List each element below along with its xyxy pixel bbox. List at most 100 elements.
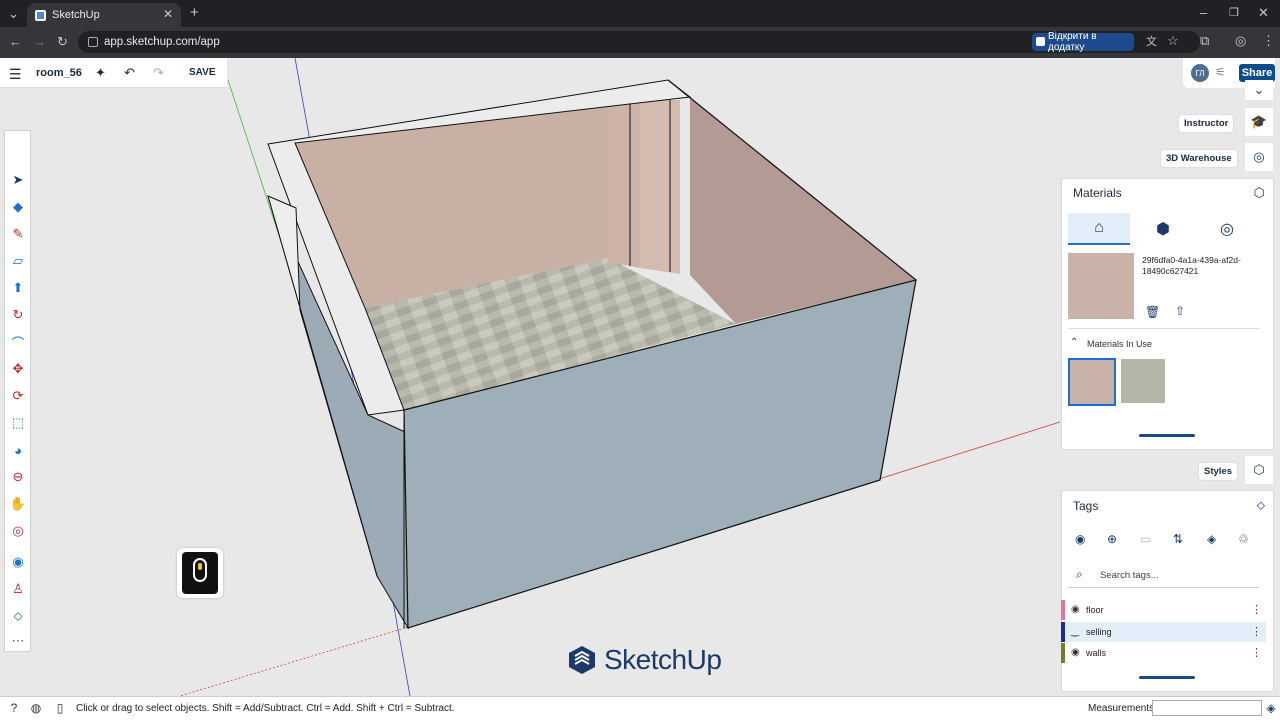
export-icon[interactable]: ⇧: [1175, 304, 1185, 318]
redo-icon[interactable]: ↷: [153, 65, 164, 81]
tab-library[interactable]: ⬢: [1132, 213, 1194, 245]
orbit-tool-icon[interactable]: ⊖: [9, 468, 27, 486]
instructor-pill[interactable]: Instructor: [1179, 115, 1234, 132]
avatar[interactable]: ГЛ: [1191, 64, 1209, 82]
rotate-tool-icon[interactable]: ⟳: [9, 387, 27, 405]
eye-hidden-icon[interactable]: ‿: [1071, 626, 1079, 637]
forward-icon[interactable]: →: [33, 35, 46, 49]
tag-color-swatch[interactable]: [1061, 600, 1065, 620]
eraser-tool-icon[interactable]: ◆: [9, 198, 27, 216]
close-tab-icon[interactable]: ✕: [163, 7, 173, 21]
warehouse-icon[interactable]: ◎: [1245, 143, 1273, 171]
pan-tool-icon[interactable]: ✋: [9, 495, 27, 513]
offset-tool-icon[interactable]: ↻: [9, 306, 27, 324]
more-tools-icon[interactable]: ⋯: [9, 632, 27, 650]
instructor-icon[interactable]: 🎓: [1245, 108, 1273, 136]
minimize-icon[interactable]: –: [1200, 6, 1207, 20]
add-folder-icon[interactable]: ▭: [1140, 532, 1151, 546]
material-swatch-floor[interactable]: [1121, 359, 1165, 403]
mouse-navigation-icon[interactable]: [177, 548, 223, 598]
sketchup-favicon-icon: [35, 9, 46, 21]
more-options-icon[interactable]: ⋮: [1251, 625, 1262, 638]
pencil-tool-icon[interactable]: ✎: [9, 225, 27, 243]
help-icon[interactable]: ?: [6, 700, 22, 716]
tag-search-placeholder: Search tags...: [1100, 570, 1159, 581]
tab-warehouse[interactable]: ◎: [1196, 213, 1258, 245]
measurements-input[interactable]: [1152, 700, 1262, 716]
color-by-tag-icon[interactable]: ◈: [1207, 532, 1216, 546]
look-around-tool-icon[interactable]: ◉: [9, 553, 27, 571]
visibility-icon[interactable]: ◉: [1075, 532, 1085, 546]
tag-name: walls: [1086, 648, 1107, 658]
tag-color-swatch[interactable]: [1061, 622, 1065, 642]
browser-menu-icon[interactable]: ⋮: [1262, 34, 1275, 48]
back-icon[interactable]: ←: [9, 35, 22, 49]
sketchup-logo-icon: ◈: [1266, 701, 1276, 715]
ai-sparkle-icon[interactable]: ✦: [95, 65, 106, 81]
broadcast-icon[interactable]: ⚟: [1215, 65, 1226, 79]
site-info-icon[interactable]: [88, 37, 98, 47]
tag-name: selling: [1086, 627, 1112, 637]
add-tag-icon[interactable]: ⊕: [1107, 532, 1117, 546]
paint-bucket-tool-icon[interactable]: ◕: [9, 441, 27, 459]
extensions-icon[interactable]: ⧉: [1200, 34, 1209, 48]
tab-title: SketchUp: [52, 9, 100, 21]
profile-icon[interactable]: ◎: [1235, 34, 1246, 48]
tags-edit-icon[interactable]: ⬦: [1257, 498, 1265, 513]
new-tab-icon[interactable]: +: [190, 5, 199, 20]
scale-tool-icon[interactable]: ⬚: [9, 414, 27, 432]
more-options-icon[interactable]: ⋮: [1251, 603, 1262, 616]
eye-icon[interactable]: ◉: [1071, 647, 1080, 658]
undo-icon[interactable]: ↶: [124, 65, 135, 81]
tag-row-selling[interactable]: ‿ selling ⋮: [1061, 622, 1266, 642]
collapsed-panel-icon[interactable]: ⌄: [1245, 80, 1273, 100]
open-in-app-button[interactable]: Відкрити в додатку: [1032, 31, 1134, 53]
styles-pill[interactable]: Styles: [1199, 463, 1237, 480]
save-button[interactable]: SAVE: [189, 67, 216, 78]
tags-title: Tags: [1073, 499, 1099, 513]
tags-scrollbar[interactable]: [1139, 676, 1195, 679]
eye-icon[interactable]: ◉: [1071, 604, 1080, 615]
tag-row-floor[interactable]: ◉ floor ⋮: [1061, 600, 1266, 620]
selected-material-swatch[interactable]: [1068, 253, 1134, 319]
rectangle-tool-icon[interactable]: ▱: [9, 252, 27, 270]
sort-icon[interactable]: ⇅: [1173, 532, 1183, 546]
pillar: [608, 90, 640, 268]
mouse-icon[interactable]: ▯: [52, 700, 68, 716]
move-tool-icon[interactable]: ✥: [9, 360, 27, 378]
file-name[interactable]: room_56: [36, 67, 82, 79]
restore-icon[interactable]: ❐: [1229, 6, 1239, 20]
materials-scrollbar[interactable]: [1139, 434, 1195, 437]
tab-in-model[interactable]: ⌂: [1068, 213, 1130, 245]
tape-measure-tool-icon[interactable]: ⬦: [9, 607, 27, 625]
materials-cube-icon[interactable]: ⬡: [1254, 185, 1265, 201]
menu-icon[interactable]: ☰: [9, 66, 22, 83]
browser-tab[interactable]: SketchUp ✕: [27, 3, 181, 27]
zoom-tool-icon[interactable]: ◎: [9, 522, 27, 540]
purge-icon[interactable]: ♲: [1238, 532, 1249, 546]
more-options-icon[interactable]: ⋮: [1251, 646, 1262, 659]
styles-icon[interactable]: ⬡: [1245, 456, 1273, 484]
home-icon: ⌂: [1094, 219, 1104, 236]
globe-icon[interactable]: ◍: [28, 700, 44, 716]
delete-icon[interactable]: 🗑: [1145, 305, 1160, 319]
tag-color-swatch[interactable]: [1061, 643, 1065, 663]
tag-row-walls[interactable]: ◉ walls ⋮: [1061, 643, 1266, 663]
bookmark-star-icon[interactable]: ☆: [1167, 34, 1179, 48]
sketchup-logo-icon: [569, 646, 595, 674]
select-tool-icon[interactable]: ➤: [9, 171, 27, 189]
material-swatch-wall[interactable]: [1068, 358, 1116, 406]
close-window-icon[interactable]: ✕: [1258, 6, 1269, 20]
push-pull-tool-icon[interactable]: ⬆: [9, 279, 27, 297]
tab-list-icon[interactable]: ⌄: [8, 7, 19, 21]
translate-icon[interactable]: 文: [1146, 35, 1157, 49]
tag-search-input[interactable]: ⌕ Search tags...: [1068, 562, 1259, 588]
chevron-up-icon[interactable]: ⌃: [1070, 337, 1078, 348]
reload-icon[interactable]: ↻: [57, 35, 68, 49]
measurements-label: Measurements: [1088, 703, 1155, 714]
tag-name: floor: [1086, 605, 1104, 615]
search-icon: ⌕: [1076, 567, 1083, 581]
warehouse-pill[interactable]: 3D Warehouse: [1161, 150, 1237, 167]
walk-tool-icon[interactable]: ♙: [9, 580, 27, 598]
follow-me-tool-icon[interactable]: ⌒: [9, 333, 27, 351]
